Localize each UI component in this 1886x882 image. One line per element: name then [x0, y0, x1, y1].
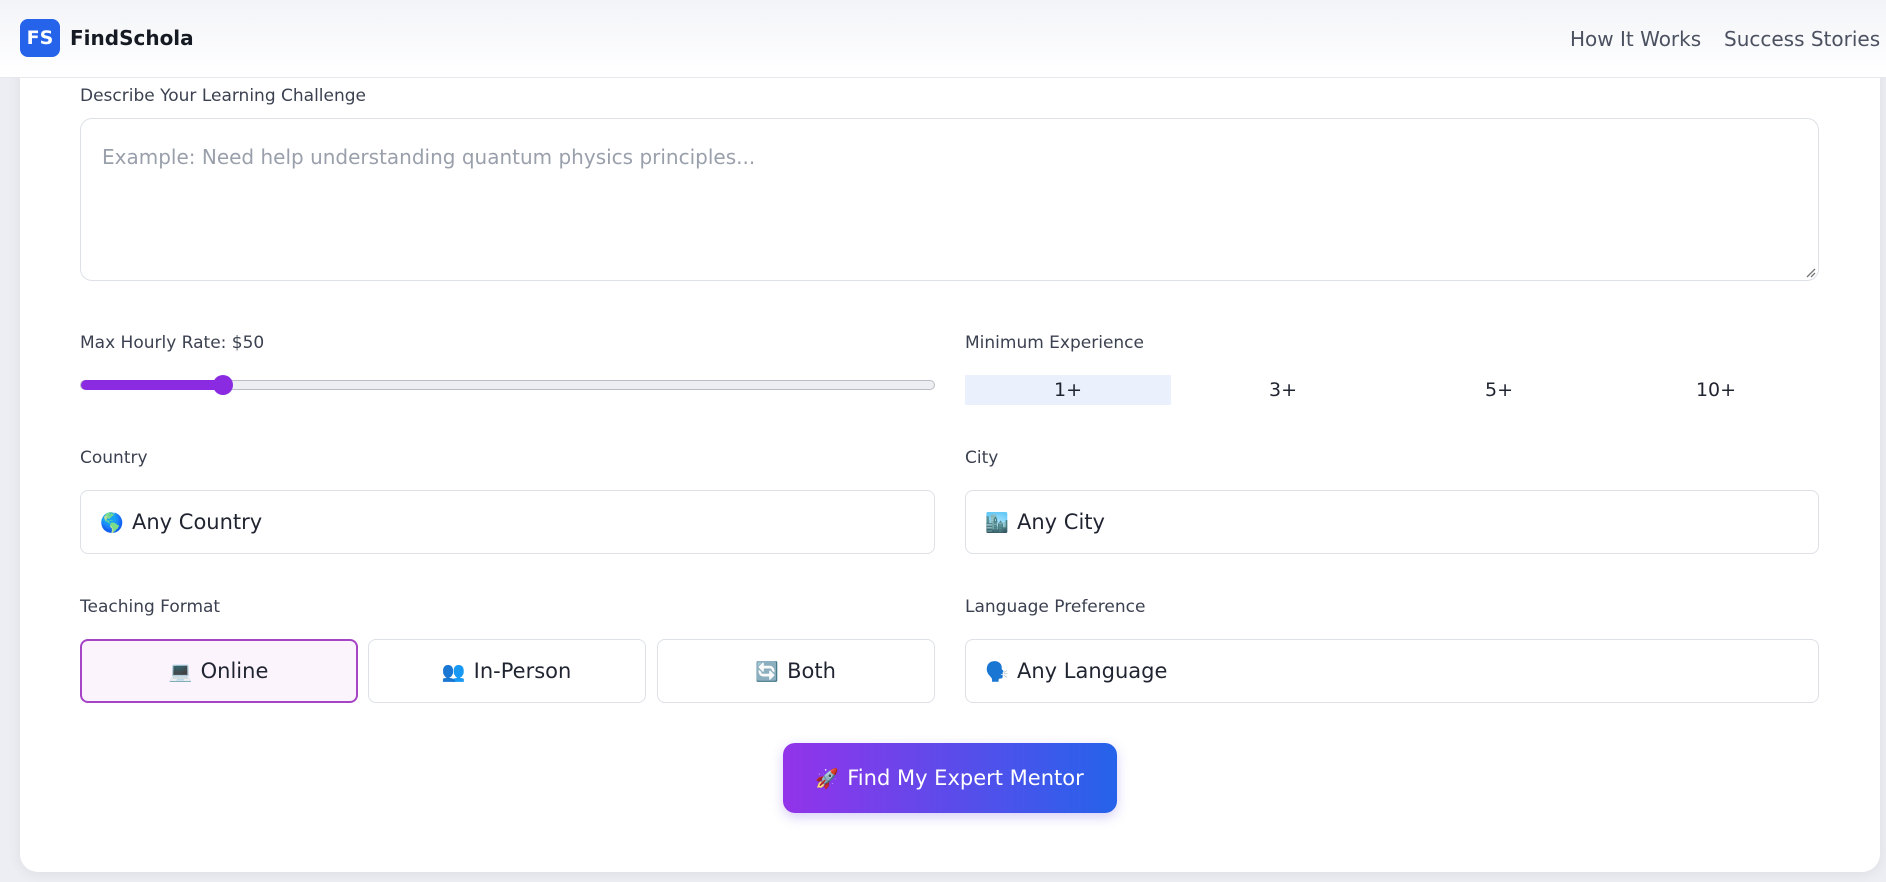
- hourly-rate-slider[interactable]: [80, 375, 935, 395]
- nav-link-success-stories[interactable]: Success Stories: [1724, 27, 1880, 51]
- nav-link-how-it-works[interactable]: How It Works: [1570, 27, 1701, 51]
- experience-option-1plus[interactable]: 1+: [965, 375, 1171, 405]
- find-mentor-button[interactable]: 🚀 Find My Expert Mentor: [783, 743, 1117, 813]
- challenge-placeholder: Example: Need help understanding quantum…: [102, 145, 756, 169]
- resize-grip-icon[interactable]: [1804, 266, 1816, 278]
- find-mentor-button-label: Find My Expert Mentor: [847, 766, 1084, 790]
- rocket-icon: 🚀: [815, 767, 840, 790]
- language-select[interactable]: 🗣️ Any Language: [965, 639, 1819, 703]
- city-value: Any City: [1017, 510, 1105, 534]
- slider-thumb[interactable]: [213, 375, 233, 395]
- top-navbar: FS FindSchola How It Works Success Stori…: [0, 0, 1886, 78]
- format-option-in-person[interactable]: 👥 In-Person: [368, 639, 646, 703]
- slider-fill: [81, 380, 223, 390]
- format-label: Teaching Format: [80, 597, 221, 617]
- country-select[interactable]: 🌎 Any Country: [80, 490, 935, 554]
- experience-option-10plus[interactable]: 10+: [1613, 375, 1819, 405]
- brand-name[interactable]: FindSchola: [70, 26, 194, 50]
- globe-icon: 🌎: [100, 511, 124, 534]
- people-icon: 👥: [441, 660, 466, 683]
- speaking-head-icon: 🗣️: [985, 660, 1009, 683]
- city-select[interactable]: 🏙️ Any City: [965, 490, 1819, 554]
- format-option-label: Both: [787, 659, 836, 683]
- format-option-label: Online: [200, 659, 269, 683]
- rate-label: Max Hourly Rate: $50: [80, 333, 265, 353]
- language-label: Language Preference: [965, 597, 1146, 617]
- cycle-arrows-icon: 🔄: [755, 660, 779, 683]
- format-option-label: In-Person: [473, 659, 572, 683]
- laptop-icon: 💻: [168, 660, 193, 683]
- country-value: Any Country: [132, 510, 263, 534]
- format-option-both[interactable]: 🔄 Both: [657, 639, 935, 703]
- experience-label: Minimum Experience: [965, 333, 1144, 353]
- experience-option-5plus[interactable]: 5+: [1396, 375, 1602, 405]
- country-label: Country: [80, 448, 148, 468]
- cityscape-icon: 🏙️: [985, 511, 1009, 534]
- challenge-textarea[interactable]: Example: Need help understanding quantum…: [80, 118, 1819, 281]
- experience-option-3plus[interactable]: 3+: [1180, 375, 1386, 405]
- city-label: City: [965, 448, 999, 468]
- format-option-online[interactable]: 💻 Online: [80, 639, 358, 703]
- language-value: Any Language: [1017, 659, 1168, 683]
- challenge-label: Describe Your Learning Challenge: [80, 86, 367, 106]
- logo[interactable]: FS: [20, 19, 60, 57]
